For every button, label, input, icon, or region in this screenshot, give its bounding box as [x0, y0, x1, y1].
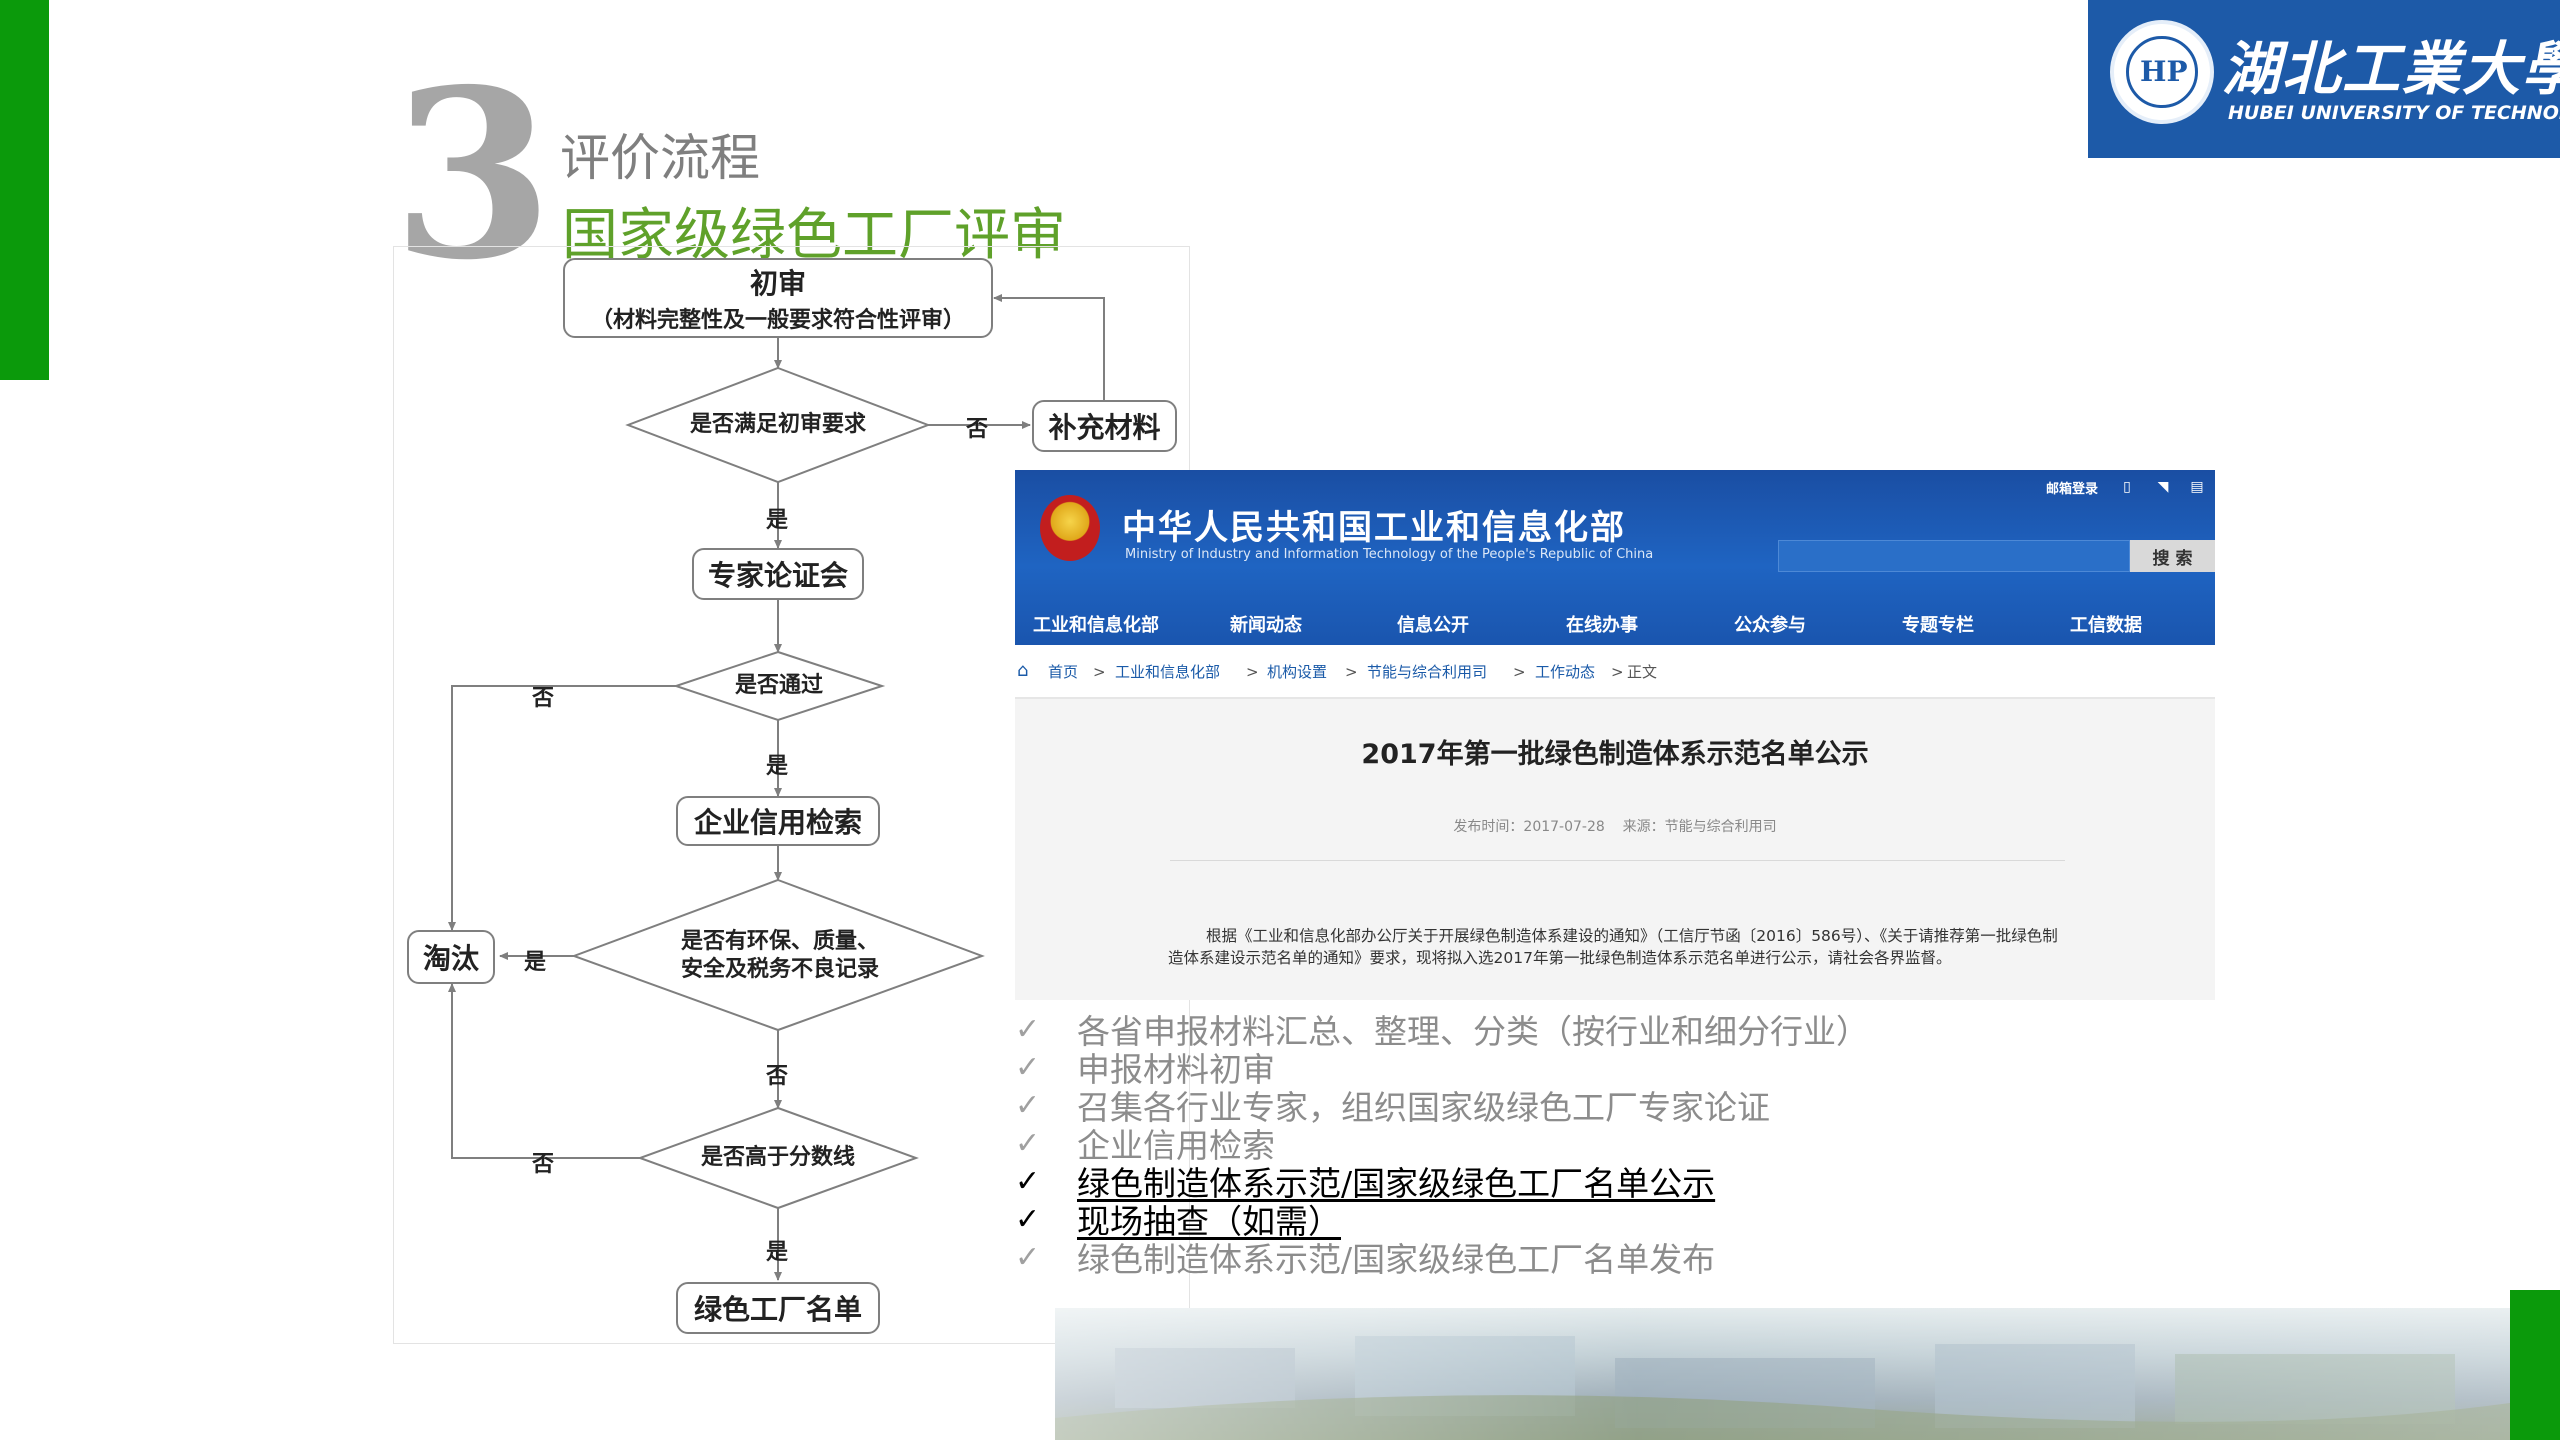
node-supplement: 补充材料 — [1032, 400, 1177, 452]
initial-review-label: 初审 — [749, 267, 806, 300]
node-expert-meeting: 专家论证会 — [692, 548, 864, 600]
publish-time: 发布时间：2017-07-28 — [1453, 819, 1605, 835]
node-green-list: 绿色工厂名单 — [676, 1282, 880, 1334]
nav-item-miit[interactable]: 工业和信息化部 — [1033, 604, 1159, 644]
nav-item-info[interactable]: 信息公开 — [1397, 604, 1469, 644]
aerial-photo-overlay — [1055, 1308, 2510, 1440]
article-title: 2017年第一批绿色制造体系示范名单公示 — [1361, 739, 1869, 770]
connector-below-cutoff — [448, 983, 640, 1159]
q-meets-initial: 是否满足初审要求 — [689, 412, 866, 437]
label-yes-4: 是 — [766, 1240, 789, 1265]
breadcrumb-current: 正文 — [1627, 663, 1658, 681]
mail-login-link[interactable]: 邮箱登录 — [2046, 478, 2098, 497]
breadcrumb-sep: > — [1611, 663, 1624, 681]
node-credit-check: 企业信用检索 — [676, 796, 880, 846]
check-icon: ✓ — [1015, 1239, 1041, 1275]
check-icon: ✓ — [1015, 1163, 1041, 1199]
website-search-input[interactable] — [1778, 540, 2130, 572]
check-icon: ✓ — [1015, 1087, 1041, 1123]
q-bad-record-line1: 是否有环保、质量、 — [680, 929, 879, 954]
breadcrumb-sep: > — [1513, 663, 1526, 681]
nav-item-news[interactable]: 新闻动态 — [1230, 604, 1302, 644]
breadcrumb-work[interactable]: 工作动态 — [1535, 660, 1595, 684]
checklist-item: ✓ 绿色制造体系示范/国家级绿色工厂名单发布 — [1015, 1238, 2115, 1280]
label-yes-1: 是 — [766, 508, 789, 533]
label-no-1: 否 — [966, 417, 989, 442]
home-icon[interactable]: ⌂ — [1017, 660, 1039, 682]
q-bad-record-line2: 安全及税务不良记录 — [680, 957, 879, 982]
nav-item-data[interactable]: 工信数据 — [2070, 604, 2142, 644]
breadcrumb-sep: > — [1093, 663, 1106, 681]
breadcrumb-sep: > — [1345, 663, 1358, 681]
breadcrumb-sep: > — [1246, 663, 1259, 681]
checklist-text: 绿色制造体系示范/国家级绿色工厂名单发布 — [1077, 1240, 1716, 1279]
breadcrumb-miit[interactable]: 工业和信息化部 — [1115, 660, 1220, 684]
ministry-name-en: Ministry of Industry and Information Tec… — [1125, 547, 1654, 562]
breadcrumb-dept[interactable]: 节能与综合利用司 — [1367, 660, 1487, 684]
connector-fail-expert — [448, 685, 676, 931]
website-search-button[interactable]: 搜 索 — [2130, 540, 2215, 572]
initial-review-detail: （材料完整性及一般要求符合性评审） — [590, 308, 965, 333]
nav-item-topics[interactable]: 专题专栏 — [1902, 604, 1974, 644]
check-icon: ✓ — [1015, 1201, 1041, 1237]
check-icon: ✓ — [1015, 1049, 1041, 1085]
breadcrumb-home[interactable]: 首页 — [1048, 660, 1078, 684]
national-emblem-icon — [1040, 495, 1100, 561]
label-yes-3: 是 — [524, 950, 547, 975]
q-bad-record: 是否有环保、质量、 安全及税务不良记录 — [640, 926, 920, 986]
node-initial-review: 初审 （材料完整性及一般要求符合性评审） — [563, 258, 993, 338]
check-icon: ✓ — [1015, 1125, 1041, 1161]
ministry-name-cn: 中华人民共和国工业和信息化部 — [1122, 508, 1626, 548]
breadcrumb-divider — [1015, 697, 2215, 699]
nav-item-public[interactable]: 公众参与 — [1734, 604, 1806, 644]
label-no-4: 否 — [532, 1152, 555, 1177]
article-body: 根据《工业和信息化部办公厅关于开展绿色制造体系建设的通知》（工信厅节函〔2016… — [1168, 927, 2058, 967]
check-icon: ✓ — [1015, 1011, 1041, 1047]
q-passed: 是否通过 — [734, 673, 823, 698]
process-checklist: ✓ 各省申报材料汇总、整理、分类（按行业和细分行业） ✓ 申报材料初审 ✓ 召集… — [1015, 1010, 2115, 1290]
mobile-icon[interactable]: ▯ — [2118, 478, 2136, 496]
sitemap-icon[interactable]: ▤ — [2188, 478, 2206, 496]
connector-supplement-back — [993, 294, 1105, 400]
label-yes-2: 是 — [766, 754, 789, 779]
node-eliminate: 淘汰 — [407, 930, 495, 984]
q-above-cutoff: 是否高于分数线 — [700, 1145, 855, 1170]
breadcrumb-org[interactable]: 机构设置 — [1267, 660, 1327, 684]
article-source: 来源：节能与综合利用司 — [1622, 819, 1777, 835]
label-no-3: 否 — [766, 1064, 789, 1089]
rss-icon[interactable]: ◥ — [2154, 478, 2172, 496]
article-divider — [1170, 860, 2065, 861]
article-meta: 发布时间：2017-07-28 来源：节能与综合利用司 — [1015, 816, 2215, 840]
label-no-2: 否 — [532, 686, 555, 711]
nav-item-services[interactable]: 在线办事 — [1566, 604, 1638, 644]
